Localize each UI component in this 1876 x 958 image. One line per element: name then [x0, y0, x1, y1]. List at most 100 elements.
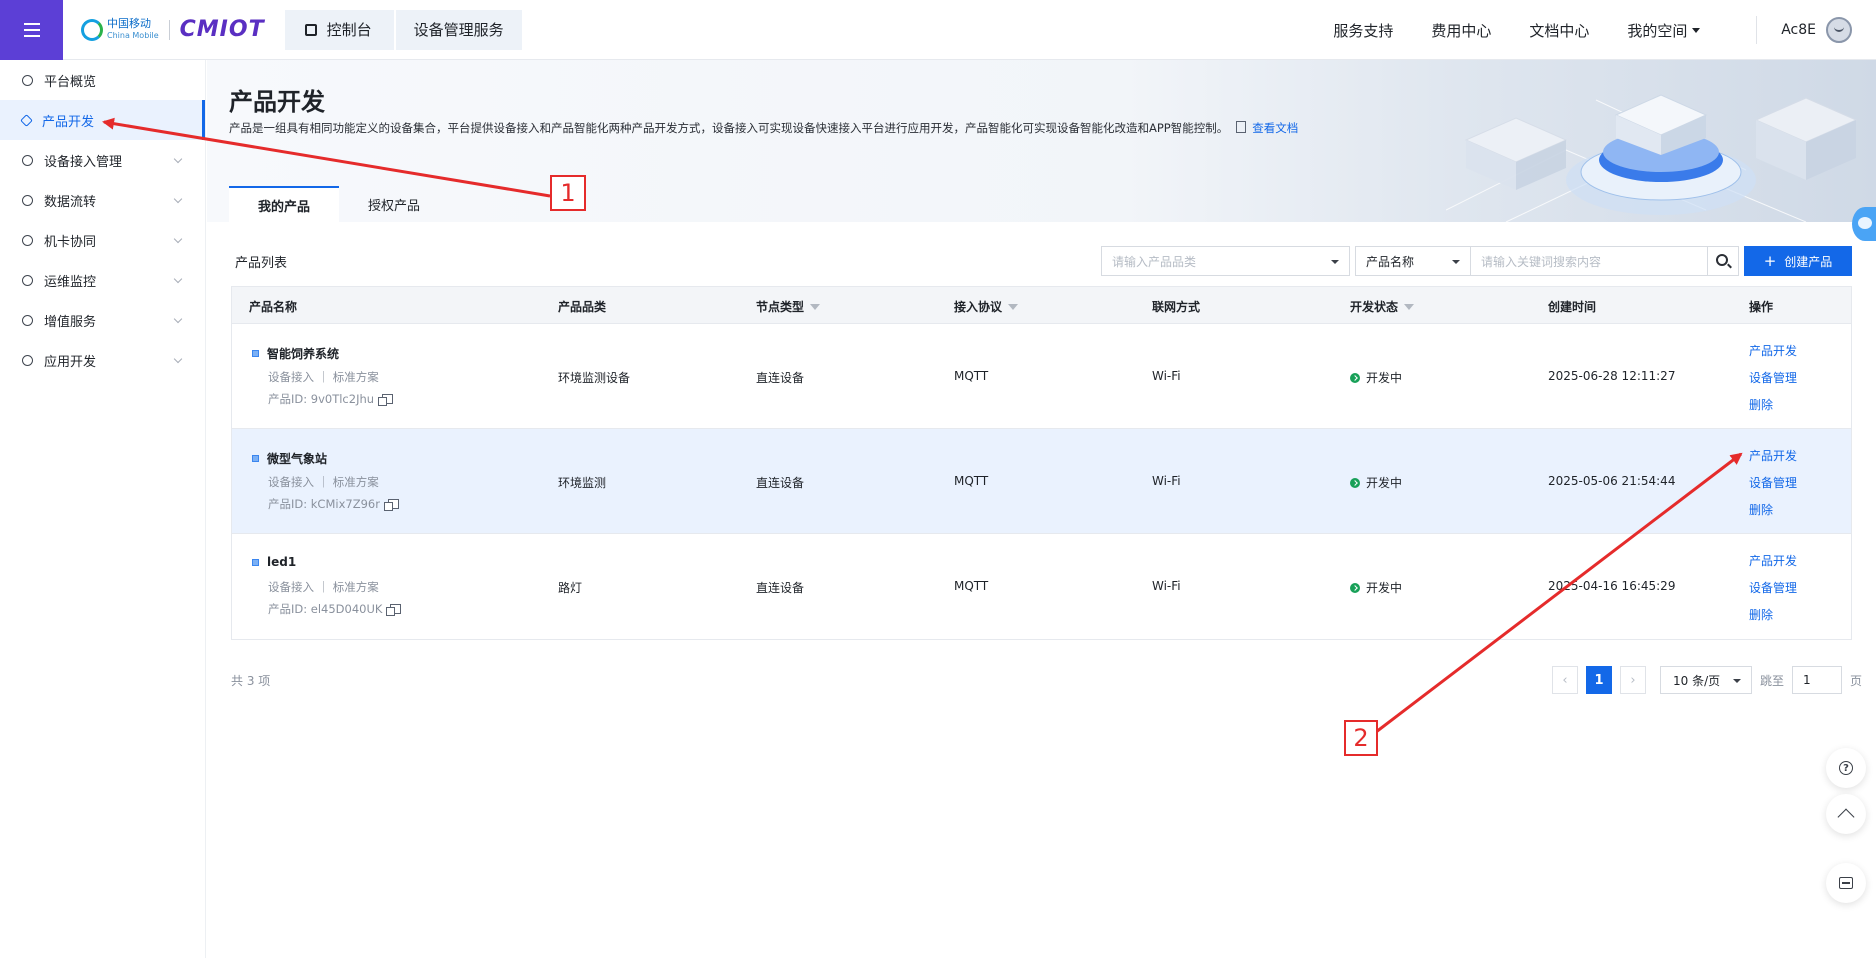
jump-label: 跳至: [1760, 673, 1785, 688]
main-content: 产品开发 产品是一组具有相同功能定义的设备集合，平台提供设备接入和产品智能化两种…: [207, 60, 1876, 958]
china-mobile-logo: 中国移动 China Mobile: [81, 17, 159, 42]
copy-icon[interactable]: [386, 604, 402, 616]
sidebar-item-value-service[interactable]: 增值服务: [0, 300, 205, 340]
sidebar-item-monitor[interactable]: 运维监控: [0, 260, 205, 300]
col-network: 联网方式: [1152, 300, 1201, 314]
status-badge: 开发中: [1350, 474, 1402, 491]
pagination: ‹ 1 › 10 条/页 跳至 1 页: [1552, 666, 1862, 694]
user-name[interactable]: Ac8E: [1781, 22, 1816, 38]
delete-link[interactable]: 删除: [1749, 396, 1797, 413]
product-access-type: 设备接入 ｜ 标准方案: [268, 370, 379, 384]
annotation-marker-1: 1: [550, 175, 586, 211]
next-page-button[interactable]: ›: [1620, 666, 1646, 694]
product-dev-link[interactable]: 产品开发: [1749, 447, 1797, 464]
network: Wi-Fi: [1152, 579, 1181, 593]
filter-icon[interactable]: [810, 303, 821, 310]
sidebar-item-device-access[interactable]: 设备接入管理: [0, 140, 205, 180]
device-manage-link[interactable]: 设备管理: [1749, 369, 1797, 386]
page-banner: 产品开发 产品是一组具有相同功能定义的设备集合，平台提供设备接入和产品智能化两种…: [207, 60, 1876, 222]
chevron-down-icon: [173, 234, 183, 244]
col-created: 创建时间: [1548, 300, 1597, 314]
device-manage-link[interactable]: 设备管理: [1749, 579, 1797, 596]
product-tabs: 我的产品 授权产品: [229, 186, 449, 222]
col-protocol[interactable]: 接入协议: [954, 298, 1019, 315]
filter-icon[interactable]: [1008, 303, 1019, 310]
search-field-select[interactable]: 产品名称: [1355, 246, 1471, 276]
plus-icon: +: [1763, 252, 1777, 270]
tab-my-products[interactable]: 我的产品: [229, 186, 339, 222]
col-node-type[interactable]: 节点类型: [756, 298, 821, 315]
device-manage-link[interactable]: 设备管理: [1749, 474, 1797, 491]
page-title: 产品开发: [229, 88, 325, 116]
product-dev-link[interactable]: 产品开发: [1749, 552, 1797, 569]
avatar[interactable]: [1826, 17, 1852, 43]
sidebar-item-product-dev[interactable]: 产品开发: [0, 100, 205, 140]
copy-icon[interactable]: [383, 499, 399, 511]
feedback-button[interactable]: [1826, 863, 1866, 903]
create-product-button[interactable]: + 创建产品: [1744, 246, 1852, 276]
prev-page-button[interactable]: ‹: [1552, 666, 1578, 694]
search-button[interactable]: [1708, 246, 1739, 276]
product-name[interactable]: led1: [252, 555, 296, 569]
caret-down-icon: [1692, 27, 1701, 33]
col-actions: 操作: [1749, 300, 1774, 314]
copy-icon[interactable]: [378, 394, 394, 406]
page-1-button[interactable]: 1: [1586, 666, 1612, 694]
delete-link[interactable]: 删除: [1749, 606, 1797, 623]
sidebar-item-card-sync[interactable]: 机卡协同: [0, 220, 205, 260]
product-icon: [252, 350, 259, 357]
question-icon: ?: [1839, 761, 1853, 775]
search-input[interactable]: 请输入关键词搜索内容: [1471, 246, 1708, 276]
page-size-select[interactable]: 10 条/页: [1660, 666, 1752, 694]
sidebar-item-app-dev[interactable]: 应用开发: [0, 340, 205, 380]
message-icon: [1839, 877, 1853, 889]
ai-assistant-button[interactable]: [1852, 207, 1876, 241]
check-circle-icon: [1350, 583, 1360, 593]
view-docs-link[interactable]: 查看文档: [1236, 121, 1298, 135]
sidebar: 平台概览 产品开发 设备接入管理 数据流转 机卡协同 运维监控 增值服务 应用开…: [0, 60, 206, 958]
app-dev-icon: [22, 354, 33, 366]
breadcrumb-device-service[interactable]: 设备管理服务: [395, 9, 522, 50]
menu-toggle-button[interactable]: [0, 0, 63, 60]
breadcrumb-console[interactable]: 控制台: [284, 9, 394, 50]
product-access-type: 设备接入 ｜ 标准方案: [268, 580, 379, 594]
tab-authorized-products[interactable]: 授权产品: [339, 186, 449, 222]
back-to-top-button[interactable]: [1826, 794, 1866, 834]
annotation-marker-2: 2: [1344, 720, 1378, 756]
nav-service-support[interactable]: 服务支持: [1333, 20, 1393, 41]
product-category: 环境监测设备: [558, 371, 631, 385]
help-button[interactable]: ?: [1826, 748, 1866, 788]
product-icon: [252, 455, 259, 462]
delete-link[interactable]: 删除: [1749, 501, 1797, 518]
arrow-up-icon: [1837, 808, 1855, 826]
category-select[interactable]: 请输入产品品类: [1101, 246, 1350, 276]
cmiot-logo: CMIOT: [179, 17, 265, 42]
sidebar-item-overview[interactable]: 平台概览: [0, 60, 205, 100]
monitor-icon: [22, 274, 33, 286]
product-list-title: 产品列表: [235, 256, 288, 271]
col-status[interactable]: 开发状态: [1350, 298, 1415, 315]
product-name[interactable]: 智能饲养系统: [252, 345, 339, 362]
chevron-down-icon: [173, 314, 183, 324]
brand-logo[interactable]: 中国移动 China Mobile CMIOT: [81, 17, 265, 42]
top-nav: 服务支持 费用中心 文档中心 我的空间 Ac8E: [1333, 0, 1876, 60]
brand-en: China Mobile: [107, 30, 159, 40]
network: Wi-Fi: [1152, 369, 1181, 383]
network: Wi-Fi: [1152, 474, 1181, 488]
nav-docs[interactable]: 文档中心: [1529, 20, 1589, 41]
total-count: 共 3 项: [231, 674, 271, 688]
nav-billing[interactable]: 费用中心: [1431, 20, 1491, 41]
product-dev-link[interactable]: 产品开发: [1749, 342, 1797, 359]
search-icon: [1716, 254, 1728, 266]
product-name[interactable]: 微型气象站: [252, 450, 327, 467]
product-cube-icon: [20, 113, 33, 127]
console-icon: [304, 23, 317, 36]
node-type: 直连设备: [756, 581, 805, 595]
node-type: 直连设备: [756, 476, 805, 490]
sidebar-item-data-flow[interactable]: 数据流转: [0, 180, 205, 220]
table-header: 产品名称 产品品类 节点类型 接入协议 联网方式 开发状态 创建时间 操作: [232, 287, 1851, 324]
nav-my-space[interactable]: 我的空间: [1627, 20, 1701, 41]
jump-page-input[interactable]: 1: [1792, 666, 1843, 694]
row-actions: 产品开发 设备管理 删除: [1749, 552, 1797, 623]
filter-icon[interactable]: [1404, 303, 1415, 310]
